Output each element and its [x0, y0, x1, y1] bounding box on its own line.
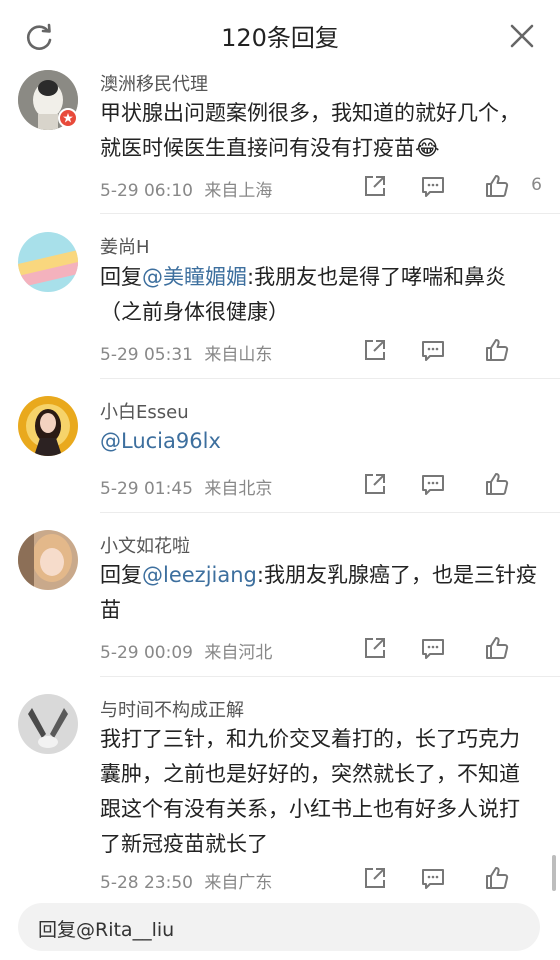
- comment-source: 来自上海: [204, 181, 273, 201]
- comment-icon[interactable]: [420, 337, 446, 363]
- header: 120条回复: [0, 0, 560, 70]
- mention-link[interactable]: @美瞳媚媚: [142, 265, 247, 289]
- comment-author[interactable]: 澳洲移民代理: [100, 70, 208, 96]
- avatar[interactable]: [18, 396, 78, 456]
- like-icon[interactable]: [484, 471, 510, 497]
- comment-text: @Lucia96lx: [100, 424, 540, 459]
- reply-input[interactable]: 回复@Rita__liu: [18, 903, 540, 951]
- comment-icon[interactable]: [420, 635, 446, 661]
- like-icon[interactable]: [484, 173, 510, 199]
- avatar[interactable]: [18, 694, 78, 754]
- comment-icon[interactable]: [420, 471, 446, 497]
- reply-prefix: 回复: [100, 265, 142, 289]
- comment-meta: 5-29 01:45 来自北京: [100, 474, 272, 499]
- avatar-image: [18, 396, 78, 456]
- mention-link[interactable]: @leezjiang: [142, 563, 257, 587]
- scrollbar[interactable]: [552, 855, 556, 891]
- reply-prefix: 回复: [100, 563, 142, 587]
- comment-body: 我打了三针，和九价交叉着打的，长了巧克力囊肿，之前也是好好的，突然就长了，不知道…: [100, 727, 520, 856]
- comment-actions: [362, 635, 542, 665]
- comment-source: 来自河北: [204, 643, 273, 663]
- comment-actions: [362, 471, 542, 501]
- verified-badge-icon: [58, 108, 78, 128]
- comment-meta: 5-29 05:31 来自山东: [100, 340, 272, 365]
- comment-actions: [362, 337, 542, 367]
- like-icon[interactable]: [484, 865, 510, 891]
- like-icon[interactable]: [484, 337, 510, 363]
- share-icon[interactable]: [362, 635, 388, 661]
- page-title: 120条回复: [221, 24, 339, 52]
- comment-actions: [362, 865, 542, 895]
- avatar[interactable]: [18, 530, 78, 590]
- avatar[interactable]: [18, 232, 78, 292]
- comment-meta: 5-29 00:09 来自河北: [100, 638, 272, 663]
- comment-icon[interactable]: [420, 173, 446, 199]
- divider: [100, 378, 560, 379]
- close-icon[interactable]: [508, 22, 536, 50]
- comment-text: 甲状腺出问题案例很多，我知道的就好几个，就医时候医生直接问有没有打疫苗😂: [100, 96, 540, 166]
- avatar-image: [18, 694, 78, 754]
- comment-author[interactable]: 与时间不构成正解: [100, 696, 244, 722]
- comment-actions: 6: [362, 173, 542, 203]
- reply-placeholder: 回复@Rita__liu: [38, 919, 175, 941]
- comment-meta: 5-28 23:50 来自广东: [100, 868, 272, 893]
- avatar-image: [18, 530, 78, 590]
- comment-time: 5-29 00:09: [100, 643, 193, 663]
- comment-icon[interactable]: [420, 865, 446, 891]
- divider: [100, 213, 560, 214]
- avatar-image: [18, 232, 78, 292]
- comment-source: 来自广东: [204, 873, 273, 893]
- like-count: 6: [531, 175, 542, 195]
- comment-author[interactable]: 小文如花啦: [100, 532, 190, 558]
- share-icon[interactable]: [362, 173, 388, 199]
- comment-time: 5-28 23:50: [100, 873, 193, 893]
- mention-link[interactable]: @Lucia96lx: [100, 429, 221, 453]
- comment-time: 5-29 05:31: [100, 345, 193, 365]
- like-icon[interactable]: [484, 635, 510, 661]
- comment-text: 回复@美瞳媚媚:我朋友也是得了哮喘和鼻炎（之前身体很健康）: [100, 260, 540, 330]
- share-icon[interactable]: [362, 337, 388, 363]
- comment-body: 甲状腺出问题案例很多，我知道的就好几个，就医时候医生直接问有没有打疫苗😂: [100, 101, 520, 160]
- comment-time: 5-29 06:10: [100, 181, 193, 201]
- divider: [100, 676, 560, 677]
- share-icon[interactable]: [362, 471, 388, 497]
- comment-meta: 5-29 06:10 来自上海: [100, 176, 272, 201]
- comment-author[interactable]: 小白Esseu: [100, 398, 189, 424]
- comment-time: 5-29 01:45: [100, 479, 193, 499]
- comment-author[interactable]: 姜尚H: [100, 233, 150, 259]
- divider: [100, 512, 560, 513]
- share-icon[interactable]: [362, 865, 388, 891]
- comment-source: 来自山东: [204, 345, 273, 365]
- comment-text: 回复@leezjiang:我朋友乳腺癌了，也是三针疫苗: [100, 558, 540, 628]
- comment-source: 来自北京: [204, 479, 273, 499]
- comment-text: 我打了三针，和九价交叉着打的，长了巧克力囊肿，之前也是好好的，突然就长了，不知道…: [100, 722, 540, 862]
